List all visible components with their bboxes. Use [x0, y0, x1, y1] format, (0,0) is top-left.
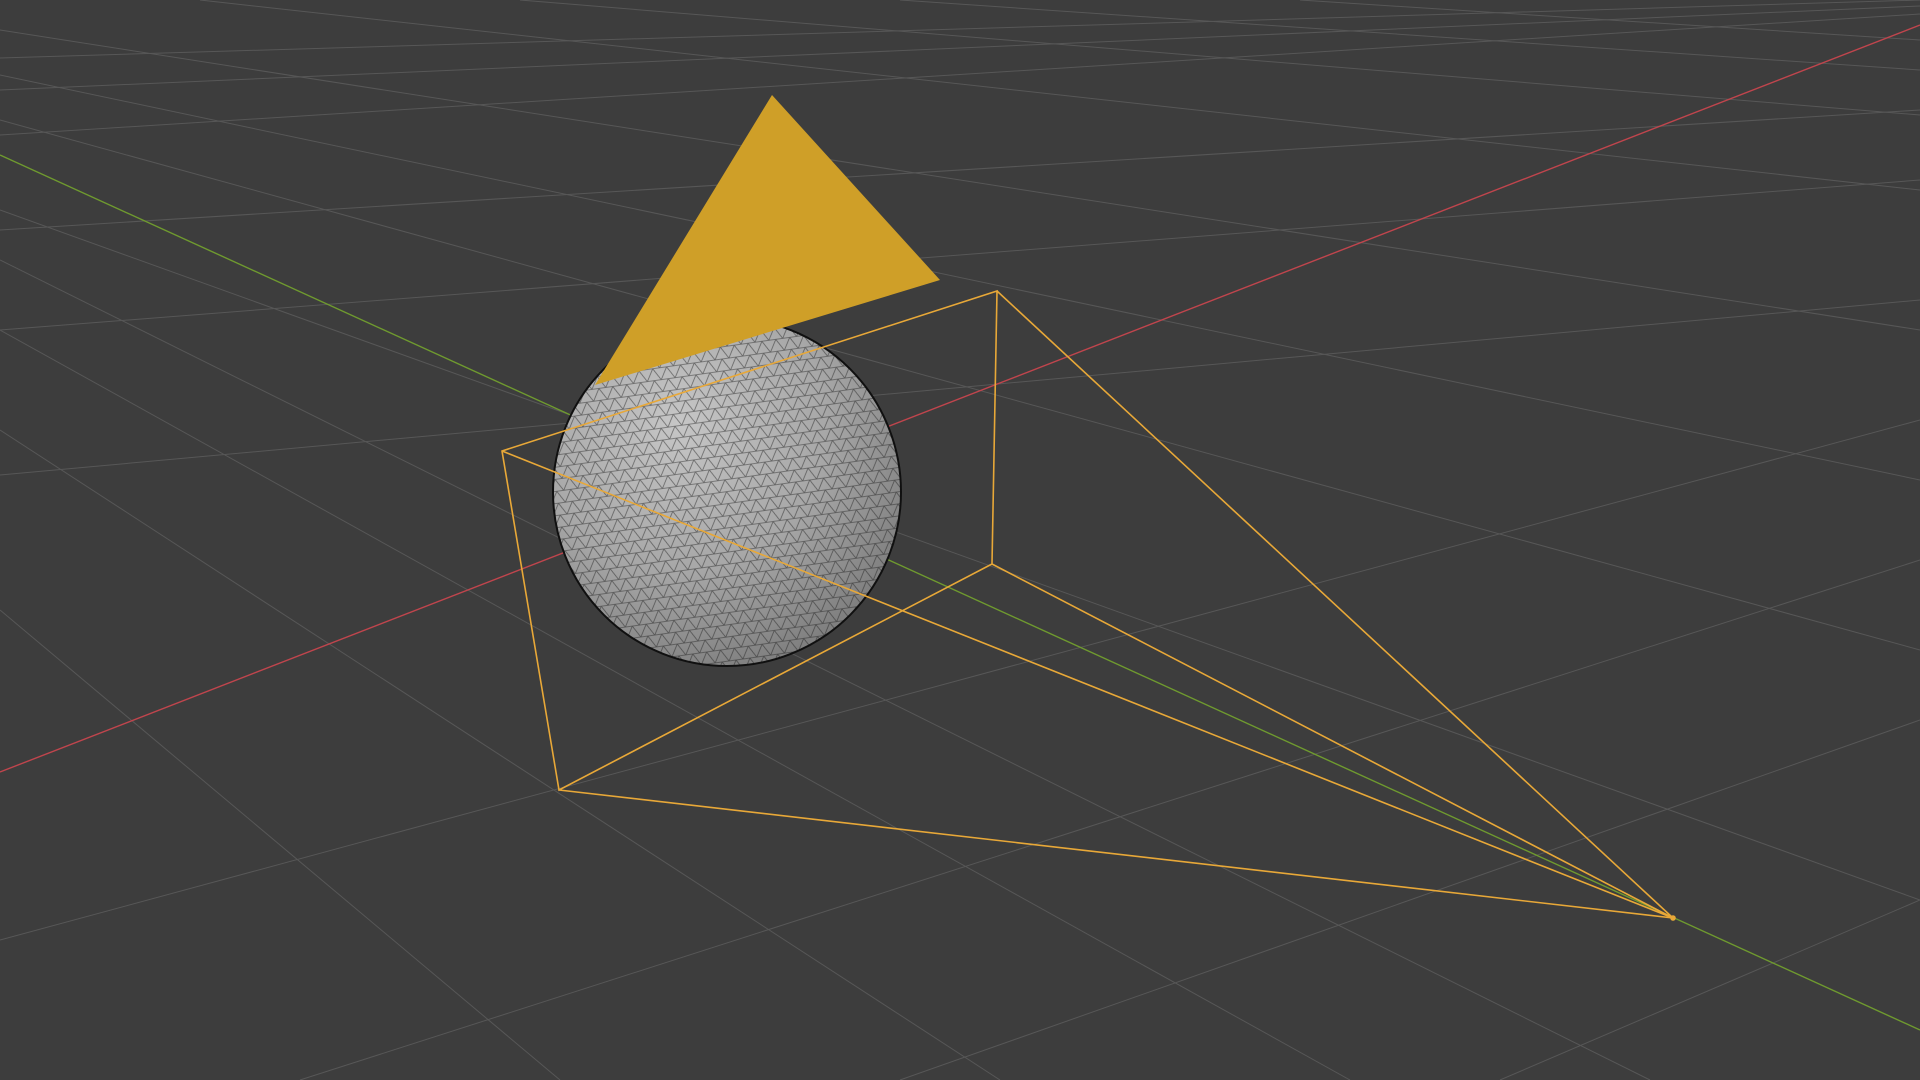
- 3d-viewport[interactable]: [0, 0, 1920, 1080]
- viewport-background: [0, 0, 1920, 1080]
- viewport-canvas[interactable]: [0, 0, 1920, 1080]
- camera-icon: [1670, 915, 1676, 921]
